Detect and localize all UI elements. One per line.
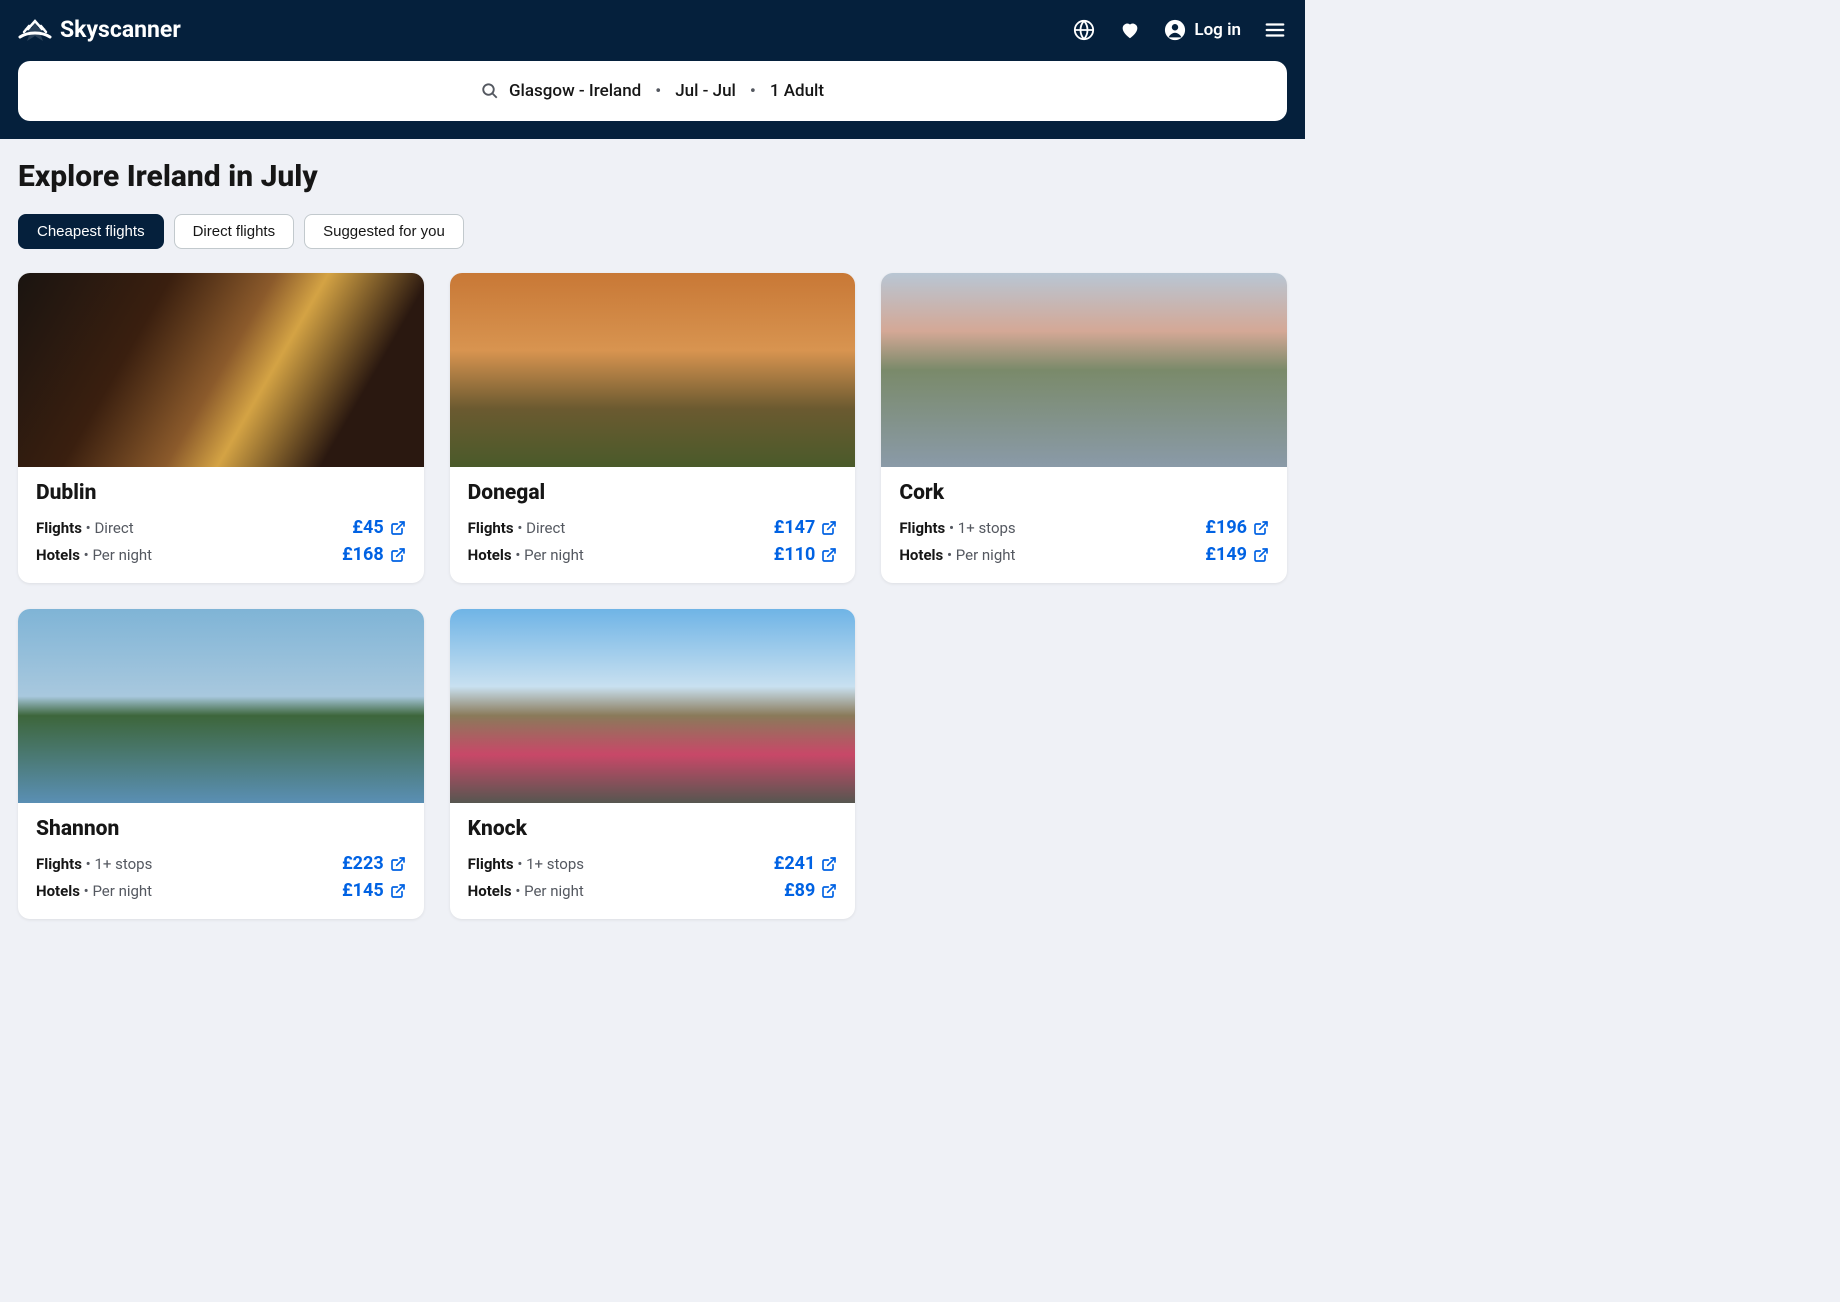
destination-image: [450, 273, 856, 467]
filter-tab-direct-flights[interactable]: Direct flights: [174, 214, 295, 249]
flights-price: £147: [774, 517, 838, 538]
destination-name: Shannon: [36, 817, 406, 841]
flights-price: £45: [352, 517, 405, 538]
flights-label: Flights • 1+ stops: [899, 519, 1015, 537]
flights-row[interactable]: Flights • 1+ stops £196: [899, 517, 1269, 538]
skyscanner-icon: [18, 17, 52, 43]
brand-logo[interactable]: Skyscanner: [18, 16, 181, 43]
external-link-icon: [390, 883, 406, 899]
destination-card-donegal[interactable]: Donegal Flights • Direct £147 Hotels • P…: [450, 273, 856, 583]
search-separator: •: [655, 81, 661, 101]
destination-name: Cork: [899, 481, 1269, 505]
card-body: Donegal Flights • Direct £147 Hotels • P…: [450, 467, 856, 583]
flights-row[interactable]: Flights • Direct £147: [468, 517, 838, 538]
external-link-icon: [821, 883, 837, 899]
external-link-icon: [390, 520, 406, 536]
search-travelers: 1 Adult: [770, 81, 824, 101]
hotels-price: £89: [784, 880, 837, 901]
destination-card-knock[interactable]: Knock Flights • 1+ stops £241 Hotels • P…: [450, 609, 856, 919]
filter-tabs: Cheapest flights Direct flights Suggested …: [18, 214, 1287, 249]
hotels-label: Hotels • Per night: [36, 546, 152, 564]
site-header: Skyscanner Log in: [0, 0, 1305, 139]
login-label: Log in: [1194, 20, 1241, 40]
destination-grid: Dublin Flights • Direct £45 Hotels • Per…: [18, 273, 1287, 919]
flights-label: Flights • 1+ stops: [36, 855, 152, 873]
flights-price: £223: [342, 853, 406, 874]
destination-card-shannon[interactable]: Shannon Flights • 1+ stops £223 Hotels •…: [18, 609, 424, 919]
header-top: Skyscanner Log in: [18, 16, 1287, 43]
search-route: Glasgow - Ireland: [509, 81, 641, 101]
flights-label: Flights • Direct: [468, 519, 566, 537]
hotels-row[interactable]: Hotels • Per night £89: [468, 880, 838, 901]
hotels-price: £168: [342, 544, 406, 565]
search-bar[interactable]: Glasgow - Ireland • Jul - Jul • 1 Adult: [18, 61, 1287, 121]
search-dates: Jul - Jul: [675, 81, 736, 101]
destination-image: [18, 609, 424, 803]
flights-price: £241: [774, 853, 838, 874]
login-button[interactable]: Log in: [1164, 19, 1241, 41]
hotels-row[interactable]: Hotels • Per night £110: [468, 544, 838, 565]
flights-row[interactable]: Flights • 1+ stops £241: [468, 853, 838, 874]
hotels-price: £110: [774, 544, 838, 565]
hotels-label: Hotels • Per night: [899, 546, 1015, 564]
destination-name: Dublin: [36, 481, 406, 505]
page-title: Explore Ireland in July: [18, 159, 1287, 194]
external-link-icon: [821, 547, 837, 563]
external-link-icon: [821, 520, 837, 536]
card-body: Shannon Flights • 1+ stops £223 Hotels •…: [18, 803, 424, 919]
favorites-button[interactable]: [1118, 18, 1142, 42]
filter-tab-suggested-for-you[interactable]: Suggested for you: [304, 214, 464, 249]
header-actions: Log in: [1072, 18, 1287, 42]
external-link-icon: [390, 856, 406, 872]
hotels-row[interactable]: Hotels • Per night £168: [36, 544, 406, 565]
card-body: Cork Flights • 1+ stops £196 Hotels • Pe…: [881, 467, 1287, 583]
menu-button[interactable]: [1263, 18, 1287, 42]
hotels-label: Hotels • Per night: [468, 882, 584, 900]
card-body: Knock Flights • 1+ stops £241 Hotels • P…: [450, 803, 856, 919]
external-link-icon: [821, 856, 837, 872]
destination-image: [18, 273, 424, 467]
brand-name: Skyscanner: [60, 16, 181, 43]
flights-label: Flights • Direct: [36, 519, 134, 537]
hotels-label: Hotels • Per night: [468, 546, 584, 564]
flights-row[interactable]: Flights • Direct £45: [36, 517, 406, 538]
destination-name: Knock: [468, 817, 838, 841]
globe-icon: [1073, 19, 1095, 41]
destination-name: Donegal: [468, 481, 838, 505]
menu-icon: [1264, 19, 1286, 41]
destination-card-dublin[interactable]: Dublin Flights • Direct £45 Hotels • Per…: [18, 273, 424, 583]
destination-image: [450, 609, 856, 803]
card-body: Dublin Flights • Direct £45 Hotels • Per…: [18, 467, 424, 583]
destination-image: [881, 273, 1287, 467]
hotels-row[interactable]: Hotels • Per night £145: [36, 880, 406, 901]
account-icon: [1164, 19, 1186, 41]
flights-row[interactable]: Flights • 1+ stops £223: [36, 853, 406, 874]
hotels-price: £145: [342, 880, 406, 901]
filter-tab-cheapest-flights[interactable]: Cheapest flights: [18, 214, 164, 249]
search-separator: •: [750, 81, 756, 101]
external-link-icon: [1253, 520, 1269, 536]
hotels-row[interactable]: Hotels • Per night £149: [899, 544, 1269, 565]
region-button[interactable]: [1072, 18, 1096, 42]
search-icon: [481, 82, 499, 100]
flights-price: £196: [1205, 517, 1269, 538]
main-content: Explore Ireland in July Cheapest flights…: [0, 139, 1305, 959]
heart-icon: [1119, 19, 1141, 41]
external-link-icon: [1253, 547, 1269, 563]
hotels-price: £149: [1205, 544, 1269, 565]
flights-label: Flights • 1+ stops: [468, 855, 584, 873]
hotels-label: Hotels • Per night: [36, 882, 152, 900]
destination-card-cork[interactable]: Cork Flights • 1+ stops £196 Hotels • Pe…: [881, 273, 1287, 583]
external-link-icon: [390, 547, 406, 563]
